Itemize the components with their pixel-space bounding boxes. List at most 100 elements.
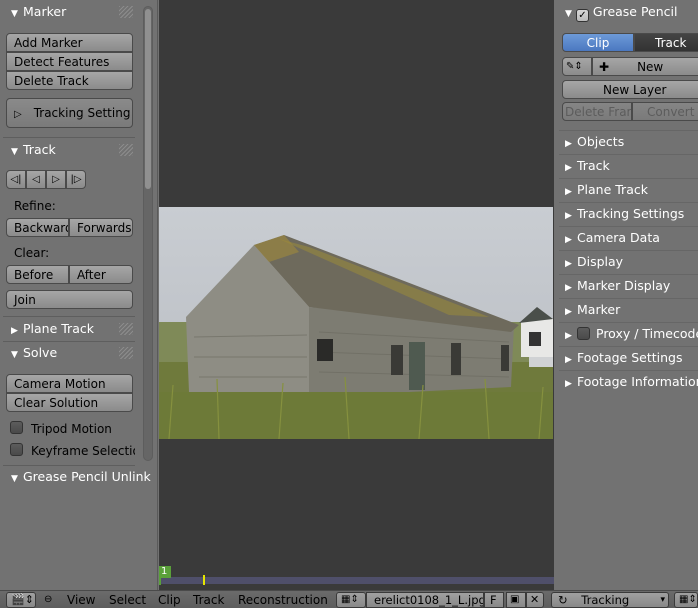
section-tracking-settings[interactable]: ▶ Tracking Settings (559, 202, 698, 224)
house-photo (159, 207, 553, 439)
new-label: New (637, 60, 664, 74)
view-selector-icon[interactable]: ▦⇕ (674, 592, 698, 608)
refine-label: Refine: (14, 199, 56, 213)
clip-viewport[interactable] (159, 0, 554, 566)
menu-reconstruction[interactable]: Reconstruction (238, 593, 328, 607)
track-frame-backwards-icon[interactable]: ◁ (26, 170, 46, 189)
refine-backward-button[interactable]: Backward (6, 218, 69, 237)
tripod-motion-checkbox[interactable] (10, 421, 23, 434)
clear-after-button[interactable]: After (69, 265, 133, 284)
section-label: Display (577, 254, 624, 269)
editor-type-icon[interactable]: 🎬⇕ (6, 592, 36, 608)
convert-button[interactable]: Convert (632, 102, 698, 121)
keyframe-selection-checkbox[interactable] (10, 443, 23, 456)
collapsed-triangle-icon: ▶ (565, 187, 572, 197)
section-label: Plane Track (577, 182, 648, 197)
new-datablock-button[interactable]: ✚ New (592, 57, 698, 76)
grease-pencil-title: Grease Pencil (592, 4, 678, 19)
section-label: Track (577, 158, 610, 173)
collapsed-triangle-icon: ▶ (565, 211, 572, 221)
section-marker[interactable]: ▶ Marker (559, 298, 698, 320)
tool-shelf: ▼ Marker Add Marker Detect Features Delet… (0, 0, 158, 590)
marker-panel-header[interactable]: ▼ Marker (3, 2, 135, 22)
plane-track-panel-header[interactable]: ▶ Plane Track (3, 319, 135, 339)
detect-features-button[interactable]: Detect Features (6, 52, 133, 71)
grease-pencil-checkbox[interactable]: ✓ (575, 9, 589, 22)
keyframe-marker (203, 575, 205, 585)
collapsed-triangle-icon: ▶ (565, 163, 572, 173)
mode-selector[interactable]: ↻ Tracking ▾ (551, 592, 669, 608)
section-footage-settings[interactable]: ▶ Footage Settings (559, 346, 698, 368)
drag-grip-icon[interactable] (119, 347, 133, 359)
collapsed-triangle-icon: ▶ (565, 139, 572, 149)
new-layer-button[interactable]: New Layer (562, 80, 698, 99)
mode-icon: ↻ (558, 593, 568, 607)
delete-track-button[interactable]: Delete Track (6, 71, 133, 90)
section-objects[interactable]: ▶ Objects (559, 130, 698, 152)
clear-before-button[interactable]: Before (6, 265, 69, 284)
expand-triangle-icon: ▼ (11, 9, 18, 19)
unlink-close-icon[interactable]: ✕ (526, 592, 544, 608)
tab-clip[interactable]: Clip (562, 33, 634, 52)
camera-motion-button[interactable]: Camera Motion (6, 374, 133, 393)
collapsed-triangle-icon: ▶ (565, 331, 572, 341)
divider (3, 341, 135, 342)
fake-user-button[interactable]: F (484, 592, 504, 608)
proxy-checkbox[interactable] (577, 327, 590, 340)
scrollbar-thumb[interactable] (145, 9, 151, 189)
editor-header: 🎬⇕ ⊖ View Select Clip Track Reconstructi… (0, 590, 698, 608)
grease-pencil-panel-header[interactable]: ▼ Grease Pencil Unlink (3, 467, 158, 487)
section-track[interactable]: ▶ Track (559, 154, 698, 176)
tool-shelf-scrollbar[interactable] (143, 6, 153, 461)
tab-track[interactable]: Track (634, 33, 698, 52)
collapsed-triangle-icon: ▶ (565, 235, 572, 245)
track-backwards-icon[interactable]: ◁| (6, 170, 26, 189)
refine-forwards-button[interactable]: Forwards (69, 218, 133, 237)
menu-view[interactable]: View (67, 593, 95, 607)
expand-triangle-icon: ▼ (11, 350, 18, 360)
menu-select[interactable]: Select (109, 593, 146, 607)
tracking-settings-subpanel[interactable]: ▷ Tracking Setting (6, 98, 133, 128)
plus-icon: ✚ (599, 60, 610, 74)
delete-frame-button[interactable]: Delete Fram (562, 102, 632, 121)
clip-frame-image[interactable] (159, 207, 553, 439)
cache-bar (159, 577, 554, 584)
clip-name-field[interactable]: erelict0108_1_L.jpg (366, 592, 484, 608)
track-frame-forwards-icon[interactable]: ▷ (46, 170, 66, 189)
frame-timeline[interactable]: 1 (159, 566, 554, 590)
section-proxy-timecode[interactable]: ▶ Proxy / Timecode (559, 322, 698, 344)
keyframe-selection-label: Keyframe Selectio (31, 444, 135, 458)
menu-clip[interactable]: Clip (158, 593, 181, 607)
section-marker-display[interactable]: ▶ Marker Display (559, 274, 698, 296)
section-display[interactable]: ▶ Display (559, 250, 698, 272)
collapse-menu-icon[interactable]: ⊖ (44, 594, 52, 605)
section-camera-data[interactable]: ▶ Camera Data (559, 226, 698, 248)
expand-triangle-icon: ▼ (565, 9, 572, 19)
drag-grip-icon[interactable] (119, 144, 133, 156)
clear-label: Clear: (14, 246, 50, 260)
drag-grip-icon[interactable] (119, 6, 133, 18)
menu-track[interactable]: Track (193, 593, 224, 607)
pencil-icon[interactable]: ✎⇕ (562, 57, 592, 76)
track-panel-header[interactable]: ▼ Track (3, 140, 135, 160)
grease-pencil-header[interactable]: ▼ ✓ Grease Pencil (565, 4, 678, 22)
join-button[interactable]: Join (6, 290, 133, 309)
section-plane-track[interactable]: ▶ Plane Track (559, 178, 698, 200)
divider (3, 137, 135, 138)
section-label: Tracking Settings (577, 206, 685, 221)
open-file-icon[interactable]: ▣ (506, 592, 526, 608)
expand-triangle-icon: ▼ (11, 147, 18, 157)
current-frame-number: 1 (159, 566, 171, 578)
section-label: Camera Data (577, 230, 660, 245)
solve-panel-title: Solve (23, 345, 58, 360)
add-marker-button[interactable]: Add Marker (6, 33, 133, 52)
clear-solution-button[interactable]: Clear Solution (6, 393, 133, 412)
chevron-down-icon: ▾ (660, 595, 665, 605)
clip-browse-icon[interactable]: ▦⇕ (336, 592, 366, 608)
track-forwards-icon[interactable]: |▷ (66, 170, 86, 189)
solve-panel-header[interactable]: ▼ Solve (3, 343, 135, 363)
section-footage-information[interactable]: ▶ Footage Information (559, 370, 698, 392)
properties-panel: ▼ ✓ Grease Pencil Clip Track ✎⇕ ✚ New New… (555, 0, 698, 590)
drag-grip-icon[interactable] (119, 323, 133, 335)
section-label: Objects (577, 134, 625, 149)
